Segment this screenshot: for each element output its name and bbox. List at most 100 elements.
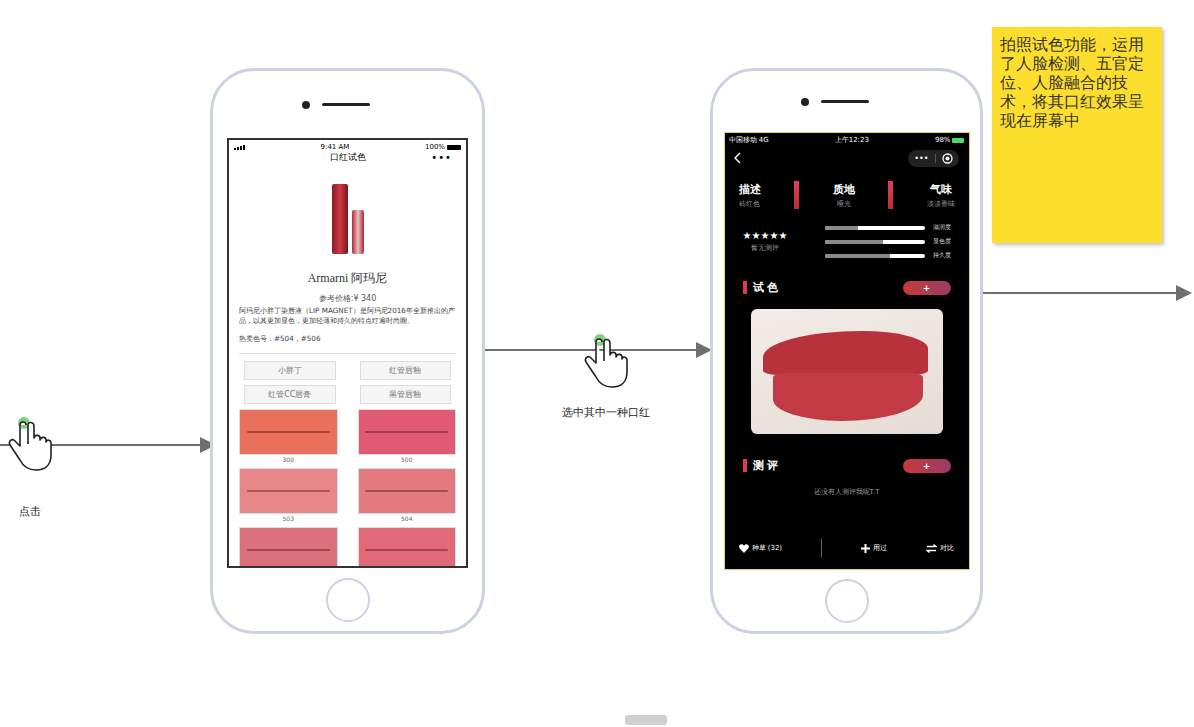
swap-icon: [926, 544, 937, 553]
metric-row: 显色度: [825, 237, 951, 246]
product-image: [229, 182, 466, 254]
metric-bar: [825, 240, 925, 244]
attribute-title: 描述: [739, 182, 761, 197]
status-time: 9:41 AM: [321, 143, 350, 151]
nav-bar: 口红试色•••: [229, 151, 466, 164]
step-label: 点击: [19, 504, 41, 519]
tryon-photo: [751, 309, 943, 434]
click-hint: 点击: [0, 416, 95, 519]
metric-list: 滋润度显色度持久度: [825, 223, 951, 260]
more-button[interactable]: •••: [431, 152, 452, 163]
star-icon: ★: [760, 230, 769, 241]
price: 参考价格:¥ 340: [229, 293, 466, 304]
status-carrier: 中国移动 4G: [729, 135, 769, 145]
attribute-title: 气味: [927, 182, 955, 197]
attribute-title: 质地: [833, 182, 855, 197]
attribute-value: 砖红色: [739, 199, 761, 209]
pointing-hand-icon: [4, 416, 56, 474]
metric-bar: [825, 254, 925, 258]
product-line-button[interactable]: 黑管唇釉: [360, 385, 452, 404]
attribute-item: 气味淡淡香味: [927, 182, 955, 209]
add-review-button[interactable]: +: [903, 459, 951, 473]
flow-canvas: 点击 选中其中一种口红 9:41 AM 100%口红试色••• Armarni 阿玛尼参…: [0, 0, 1194, 727]
star-icon: ★: [751, 230, 760, 241]
click-hint: 选中其中一种口红: [541, 333, 671, 420]
camera-dot: [801, 98, 809, 106]
add-tryon-button[interactable]: +: [903, 281, 951, 295]
swatch-photo: [239, 527, 338, 568]
battery-icon: [447, 145, 461, 150]
swatch-label: 503: [239, 514, 338, 523]
tryon-header: 试 色 +: [725, 260, 969, 295]
swatch-item[interactable]: 504: [358, 468, 457, 523]
description: 阿玛尼小胖丁染唇液（LIP MAGNET）是阿玛尼2016年全新推出的产品，以其…: [229, 304, 466, 326]
camera-dot: [302, 101, 310, 109]
swatch-item[interactable]: [358, 527, 457, 568]
action-button[interactable]: 用过: [861, 543, 887, 553]
scroll-handle[interactable]: [625, 715, 667, 725]
review-header: 测 评 +: [725, 434, 969, 473]
sticky-note: 拍照试色功能，运用了人脸检测、五官定位、人脸融合的技术，将其口红效果呈现在屏幕中: [992, 27, 1162, 243]
home-button[interactable]: [326, 578, 370, 622]
rating-label: 暂无测评: [743, 243, 788, 253]
arrow-2: [466, 349, 710, 351]
metric-label: 持久度: [933, 251, 951, 260]
speaker-slot: [322, 103, 370, 106]
swatch-item[interactable]: 300: [239, 409, 338, 464]
speaker-slot: [821, 100, 869, 103]
product-line-list: 小胖丁 红管唇釉红管CC唇膏 黑管唇釉: [229, 354, 466, 404]
section-title: 测 评: [743, 458, 779, 473]
product-screen: 9:41 AM 100%口红试色••• Armarni 阿玛尼参考价格:¥ 340阿…: [227, 138, 468, 568]
pointing-hand-icon: [580, 333, 632, 391]
review-empty-text: 还没有人测评我呢T.T: [725, 487, 969, 497]
detail-screen: 中国移动 4G上午12:2398%•••描述砖红色质地哑光气味淡淡香味★★★★★…: [724, 132, 970, 570]
swatch-photo: [358, 468, 457, 514]
status-battery: 100%: [425, 143, 461, 151]
attribute-item: 描述砖红色: [739, 182, 761, 209]
section-title: 试 色: [743, 280, 779, 295]
star-icon: ★: [743, 230, 752, 241]
action-bar: 种草 (32) 用过 对比: [725, 539, 969, 569]
product-line-button[interactable]: 红管唇釉: [360, 361, 452, 380]
rating: ★★★★★ 暂无测评: [743, 230, 788, 253]
home-button[interactable]: [825, 579, 869, 623]
close-target-icon[interactable]: [942, 153, 953, 164]
action-button[interactable]: 种草 (32): [739, 543, 783, 553]
attribute-item: 质地哑光: [833, 182, 855, 209]
swatch-item[interactable]: 500: [358, 409, 457, 464]
swatch-photo: [239, 468, 338, 514]
status-bar: 9:41 AM 100%: [229, 140, 466, 151]
phone-frame: 9:41 AM 100%口红试色••• Armarni 阿玛尼参考价格:¥ 340阿…: [210, 68, 485, 634]
swatch-grid: 300 500 503 504: [229, 404, 466, 568]
swatch-item[interactable]: 503: [239, 468, 338, 523]
status-battery: 98%: [935, 136, 965, 144]
status-bar: 中国移动 4G 上午12:23 98%: [725, 133, 969, 145]
status-time: 上午12:23: [835, 135, 869, 145]
product-line-button[interactable]: 小胖丁: [244, 361, 336, 380]
attribute-row: 描述砖红色 质地哑光 气味淡淡香味: [725, 167, 969, 209]
nav-bar: •••: [725, 145, 969, 167]
battery-icon: [952, 138, 964, 143]
back-arrow-icon[interactable]: [733, 152, 743, 164]
heart-icon: [739, 544, 749, 553]
star-rating: ★★★★★: [743, 230, 788, 241]
metric-row: 持久度: [825, 251, 951, 260]
attribute-divider: [794, 181, 799, 209]
attribute-value: 哑光: [833, 199, 855, 209]
plus-icon: [861, 544, 870, 553]
attribute-value: 淡淡香味: [927, 199, 955, 209]
step-label: 选中其中一种口红: [562, 405, 650, 420]
swatch-photo: [239, 409, 338, 455]
swatch-item[interactable]: [239, 527, 338, 568]
swatch-photo: [358, 409, 457, 455]
rating-row: ★★★★★ 暂无测评 滋润度显色度持久度: [725, 209, 969, 260]
metric-label: 显色度: [933, 237, 951, 246]
more-button[interactable]: •••: [914, 154, 928, 163]
action-button[interactable]: 对比: [926, 543, 954, 553]
metric-row: 滋润度: [825, 223, 951, 232]
brand-name: Armarni 阿玛尼: [229, 270, 466, 287]
hot-shades: 热卖色号：#504，#506: [229, 326, 466, 344]
swatch-label: 300: [239, 455, 338, 464]
mini-program-capsule: •••: [908, 150, 958, 167]
product-line-button[interactable]: 红管CC唇膏: [244, 385, 336, 404]
